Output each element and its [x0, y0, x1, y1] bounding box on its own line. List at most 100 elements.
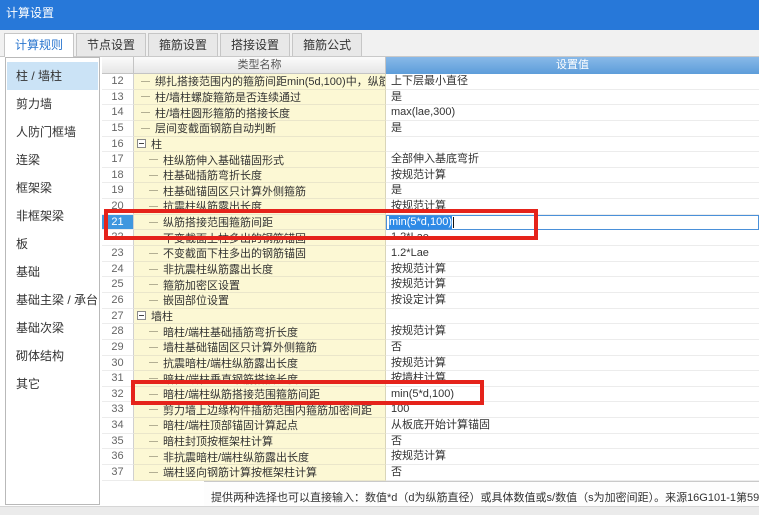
row-number-cell[interactable]: 37 — [102, 465, 134, 481]
row-value-cell[interactable]: 否 — [386, 465, 759, 481]
row-number-cell[interactable]: 24 — [102, 262, 134, 278]
table-row[interactable]: 35 暗柱封顶按框架柱计算 否 — [102, 434, 759, 450]
row-name-cell[interactable]: 柱 — [134, 137, 386, 153]
row-value-cell[interactable]: 100 — [386, 402, 759, 418]
row-name-cell[interactable]: 嵌固部位设置 — [134, 293, 386, 309]
row-number-cell[interactable]: 22 — [102, 230, 134, 246]
tab-item[interactable]: 搭接设置 — [220, 33, 290, 56]
table-row[interactable]: 17 柱纵筋伸入基础锚固形式 全部伸入基底弯折 — [102, 152, 759, 168]
row-name-cell[interactable]: 层间变截面钢筋自动判断 — [134, 121, 386, 137]
sidebar-item[interactable]: 柱 / 墙柱 — [7, 62, 98, 90]
row-name-cell[interactable]: 抗震柱纵筋露出长度 — [134, 199, 386, 215]
row-number-cell[interactable]: 30 — [102, 356, 134, 372]
row-number-cell[interactable]: 27 — [102, 309, 134, 325]
row-number-cell[interactable]: 31 — [102, 371, 134, 387]
table-row[interactable]: 26 嵌固部位设置 按设定计算 — [102, 293, 759, 309]
sidebar-item[interactable]: 砌体结构 — [7, 342, 98, 370]
sidebar-item[interactable]: 剪力墙 — [7, 90, 98, 118]
row-value-cell[interactable]: 上下层最小直径 — [386, 74, 759, 90]
row-value-cell[interactable]: 按规范计算 — [386, 168, 759, 184]
row-number-cell[interactable]: 36 — [102, 449, 134, 465]
sidebar-item[interactable]: 框架梁 — [7, 174, 98, 202]
sidebar-item[interactable]: 基础主梁 / 承台梁 — [7, 286, 98, 314]
row-value-cell[interactable]: 按规范计算 — [386, 356, 759, 372]
row-value-cell[interactable]: min(5*d,100) — [386, 215, 759, 231]
tab-item[interactable]: 箍筋设置 — [148, 33, 218, 56]
sidebar-item[interactable]: 板 — [7, 230, 98, 258]
row-number-cell[interactable]: 25 — [102, 277, 134, 293]
sidebar-item[interactable]: 连梁 — [7, 146, 98, 174]
row-number-cell[interactable]: 17 — [102, 152, 134, 168]
row-value-cell[interactable]: 按规范计算 — [386, 449, 759, 465]
table-row[interactable]: 16 柱 — [102, 137, 759, 153]
row-name-cell[interactable]: 暗柱/端柱纵筋搭接范围箍筋间距 — [134, 387, 386, 403]
row-value-cell[interactable]: 1.2*Lae — [386, 246, 759, 262]
row-value-cell[interactable] — [386, 137, 759, 153]
row-name-cell[interactable]: 剪力墙上边缘构件插筋范围内箍筋加密间距 — [134, 402, 386, 418]
edit-selected-text[interactable]: min(5*d,100) — [389, 216, 452, 229]
row-number-cell[interactable]: 20 — [102, 199, 134, 215]
table-row[interactable]: 28 暗柱/端柱基础插筋弯折长度 按规范计算 — [102, 324, 759, 340]
row-name-cell[interactable]: 端柱竖向钢筋计算按框架柱计算 — [134, 465, 386, 481]
row-number-cell[interactable]: 14 — [102, 105, 134, 121]
row-value-cell[interactable]: 从板底开始计算锚固 — [386, 418, 759, 434]
table-row[interactable]: 15 层间变截面钢筋自动判断 是 — [102, 121, 759, 137]
row-number-cell[interactable]: 32 — [102, 387, 134, 403]
table-row[interactable]: 25 箍筋加密区设置 按规范计算 — [102, 277, 759, 293]
table-row[interactable]: 19 柱基础锚固区只计算外侧箍筋 是 — [102, 183, 759, 199]
row-name-cell[interactable]: 暗柱/端柱顶部锚固计算起点 — [134, 418, 386, 434]
row-name-cell[interactable]: 柱基础锚固区只计算外侧箍筋 — [134, 183, 386, 199]
table-row[interactable]: 37 端柱竖向钢筋计算按框架柱计算 否 — [102, 465, 759, 481]
row-name-cell[interactable]: 非抗震柱纵筋露出长度 — [134, 262, 386, 278]
row-value-cell[interactable]: max(lae,300) — [386, 105, 759, 121]
table-row[interactable]: 36 非抗震暗柱/端柱纵筋露出长度 按规范计算 — [102, 449, 759, 465]
table-row[interactable]: 13 柱/墙柱螺旋箍筋是否连续通过 是 — [102, 90, 759, 106]
row-value-cell[interactable]: 按墙柱计算 — [386, 371, 759, 387]
table-row[interactable]: 22 不变截面上柱多出的钢筋锚固 1.2*Lae — [102, 230, 759, 246]
row-number-cell[interactable]: 18 — [102, 168, 134, 184]
row-name-cell[interactable]: 暗柱/端柱垂直钢筋搭接长度 — [134, 371, 386, 387]
table-row[interactable]: 12 绑扎搭接范围内的箍筋间距min(5d,100)中，纵筋d的取值 上下层最小… — [102, 74, 759, 90]
row-value-cell[interactable]: 全部伸入基底弯折 — [386, 152, 759, 168]
row-name-cell[interactable]: 抗震暗柱/端柱纵筋露出长度 — [134, 356, 386, 372]
table-row[interactable]: 24 非抗震柱纵筋露出长度 按规范计算 — [102, 262, 759, 278]
row-value-cell[interactable]: 按规范计算 — [386, 262, 759, 278]
sidebar-item[interactable]: 基础 — [7, 258, 98, 286]
sidebar-item[interactable]: 人防门框墙 — [7, 118, 98, 146]
row-number-cell[interactable]: 35 — [102, 434, 134, 450]
sidebar-item[interactable]: 其它 — [7, 370, 98, 398]
row-number-cell[interactable]: 23 — [102, 246, 134, 262]
table-row[interactable]: 27 墙柱 — [102, 309, 759, 325]
row-name-cell[interactable]: 墙柱基础锚固区只计算外侧箍筋 — [134, 340, 386, 356]
sidebar-item[interactable]: 非框架梁 — [7, 202, 98, 230]
row-value-cell[interactable]: 1.2*Lae — [386, 230, 759, 246]
row-number-cell[interactable]: 34 — [102, 418, 134, 434]
row-number-cell[interactable]: 29 — [102, 340, 134, 356]
row-name-cell[interactable]: 柱/墙柱圆形箍筋的搭接长度 — [134, 105, 386, 121]
row-value-cell[interactable]: 按规范计算 — [386, 277, 759, 293]
table-row[interactable]: 23 不变截面下柱多出的钢筋锚固 1.2*Lae — [102, 246, 759, 262]
table-row[interactable]: 32 暗柱/端柱纵筋搭接范围箍筋间距 min(5*d,100) — [102, 387, 759, 403]
row-value-cell[interactable] — [386, 309, 759, 325]
row-number-cell[interactable]: 15 — [102, 121, 134, 137]
row-value-cell[interactable]: 否 — [386, 340, 759, 356]
row-value-cell[interactable]: 按规范计算 — [386, 199, 759, 215]
row-name-cell[interactable]: 箍筋加密区设置 — [134, 277, 386, 293]
row-value-cell[interactable]: 是 — [386, 183, 759, 199]
table-row[interactable]: 14 柱/墙柱圆形箍筋的搭接长度 max(lae,300) — [102, 105, 759, 121]
table-row[interactable]: 34 暗柱/端柱顶部锚固计算起点 从板底开始计算锚固 — [102, 418, 759, 434]
row-number-cell[interactable]: 19 — [102, 183, 134, 199]
table-row[interactable]: 30 抗震暗柱/端柱纵筋露出长度 按规范计算 — [102, 356, 759, 372]
collapse-minus-icon[interactable] — [137, 139, 146, 148]
row-value-cell[interactable]: 否 — [386, 434, 759, 450]
row-value-cell[interactable]: min(5*d,100) — [386, 387, 759, 403]
row-name-cell[interactable]: 绑扎搭接范围内的箍筋间距min(5d,100)中，纵筋d的取值 — [134, 74, 386, 90]
row-value-cell[interactable]: 是 — [386, 121, 759, 137]
table-row[interactable]: 18 柱基础插筋弯折长度 按规范计算 — [102, 168, 759, 184]
row-number-cell[interactable]: 28 — [102, 324, 134, 340]
row-name-cell[interactable]: 柱纵筋伸入基础锚固形式 — [134, 152, 386, 168]
table-row[interactable]: 20 抗震柱纵筋露出长度 按规范计算 — [102, 199, 759, 215]
row-name-cell[interactable]: 不变截面下柱多出的钢筋锚固 — [134, 246, 386, 262]
row-number-cell[interactable]: 26 — [102, 293, 134, 309]
row-name-cell[interactable]: 柱基础插筋弯折长度 — [134, 168, 386, 184]
